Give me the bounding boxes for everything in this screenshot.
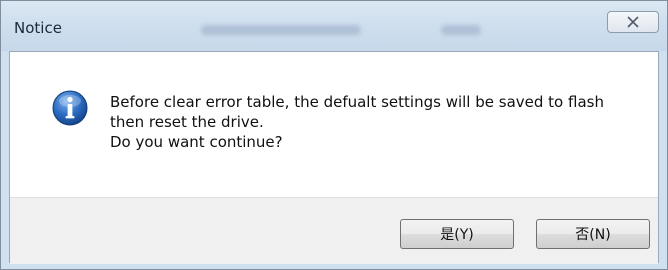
close-icon [627, 16, 639, 28]
message-line: Do you want continue? [110, 133, 283, 151]
dialog-title: Notice [14, 19, 62, 37]
dialog-body: Before clear error table, the defualt se… [9, 51, 659, 264]
information-icon [52, 90, 88, 126]
title-bar[interactable]: Notice [1, 1, 667, 51]
close-button[interactable] [607, 11, 659, 33]
button-bar: 是(Y) 否(N) [10, 197, 658, 264]
message-area: Before clear error table, the defualt se… [10, 52, 658, 197]
no-button[interactable]: 否(N) [536, 219, 650, 249]
background-blur [201, 25, 361, 35]
yes-button[interactable]: 是(Y) [400, 219, 514, 249]
dialog-window: Notice Before clear error table, the def… [0, 0, 668, 270]
message-text: Before clear error table, the defualt se… [110, 92, 604, 152]
background-blur [441, 25, 481, 35]
message-line: then reset the drive. [110, 113, 264, 131]
message-line: Before clear error table, the defualt se… [110, 93, 604, 111]
